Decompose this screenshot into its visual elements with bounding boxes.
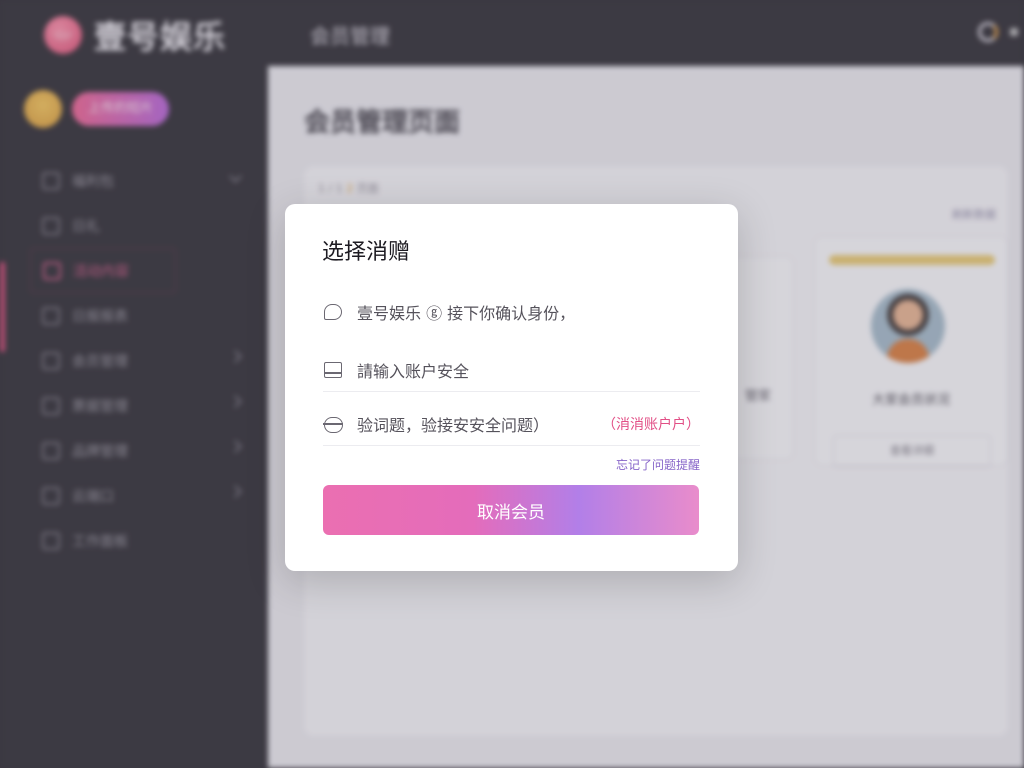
cancel-membership-dialog: 选择消赠 壹号娱乐 ⓖ 接下你确认身份， 請输入账户安全 验词题，验接安安全问题… xyxy=(285,204,738,571)
security-question-placeholder: 验词题，验接安安全问题） xyxy=(357,415,550,435)
account-security-field[interactable]: 請输入账户安全 xyxy=(323,358,700,392)
forgot-question-link[interactable]: 忘记了问题提醒 xyxy=(616,456,700,473)
identity-info: 壹号娱乐 ⓖ 接下你确认身份， xyxy=(323,300,700,324)
cancel-membership-button[interactable]: 取消会员 xyxy=(323,485,699,535)
account-security-placeholder: 請输入账户安全 xyxy=(357,361,470,381)
card-icon xyxy=(323,360,343,380)
dialog-title: 选择消赠 xyxy=(322,240,411,265)
security-question-field[interactable]: 验词题，验接安安全问题） （消消账户户） xyxy=(323,412,700,446)
identity-info-text: 壹号娱乐 ⓖ 接下你确认身份， xyxy=(357,304,576,323)
chat-icon xyxy=(323,302,343,322)
app-window: 壹号娱乐 上传的短片 福利包 日礼 活动内容 日报报表 会员管理 票据管理 品牌… xyxy=(0,0,1024,768)
lock-icon xyxy=(323,414,343,434)
cancel-account-link[interactable]: （消消账户户） xyxy=(602,414,700,434)
